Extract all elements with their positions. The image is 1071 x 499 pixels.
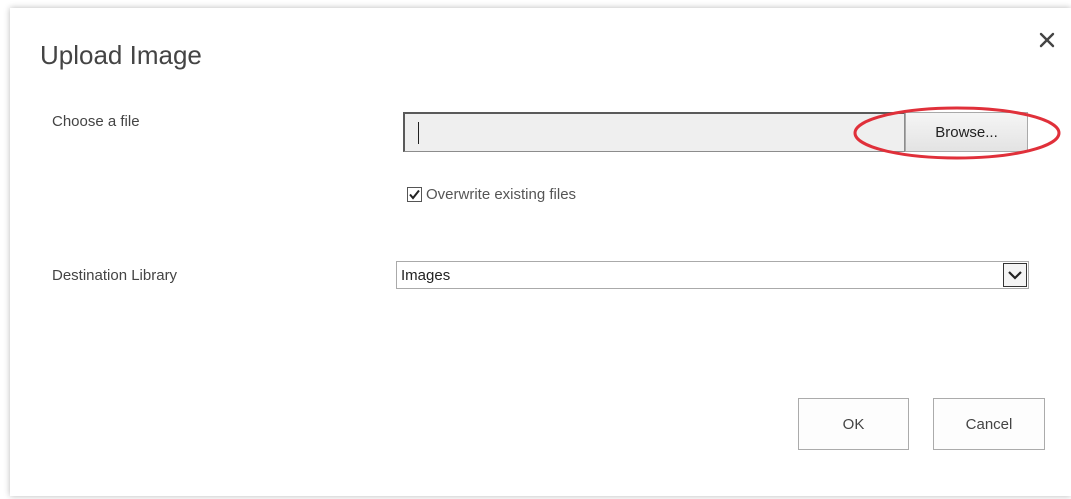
- file-path-input[interactable]: [403, 112, 905, 152]
- file-picker: Browse...: [403, 112, 1028, 154]
- destination-library-select[interactable]: Images: [396, 261, 1029, 289]
- upload-image-dialog: Upload Image Choose a file Browse... Ove…: [10, 8, 1071, 496]
- ok-button[interactable]: OK: [798, 398, 909, 450]
- overwrite-checkbox-row[interactable]: Overwrite existing files: [407, 186, 576, 203]
- choose-file-label: Choose a file: [52, 113, 140, 130]
- overwrite-label: Overwrite existing files: [426, 186, 577, 203]
- close-icon[interactable]: [1035, 28, 1059, 52]
- destination-selected-value: Images: [401, 267, 451, 284]
- dialog-title: Upload Image: [40, 40, 202, 70]
- browse-button[interactable]: Browse...: [905, 112, 1028, 152]
- chevron-down-icon[interactable]: [1003, 263, 1027, 287]
- checkmark-icon: [409, 189, 420, 200]
- destination-library-label: Destination Library: [52, 267, 178, 284]
- text-caret: [418, 122, 419, 144]
- cancel-button[interactable]: Cancel: [933, 398, 1045, 450]
- overwrite-checkbox[interactable]: [407, 187, 422, 202]
